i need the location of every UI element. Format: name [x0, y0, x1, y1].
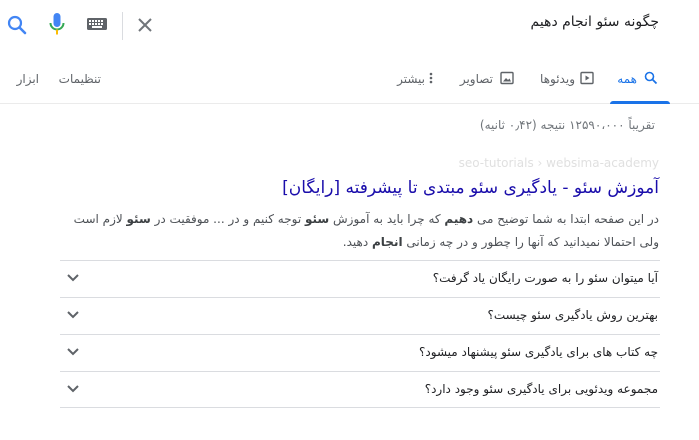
keyboard-icon[interactable]: [86, 16, 108, 32]
result-title-link[interactable]: آموزش سئو - یادگیری سئو مبتدی تا پیشرفته…: [282, 178, 659, 198]
faq-question: بهترین روش یادگیری سئو چیست؟: [487, 308, 658, 322]
search-input[interactable]: چگونه سئو انجام دهیم: [531, 14, 659, 30]
chevron-down-icon[interactable]: [66, 310, 80, 320]
search-divider: [122, 12, 123, 40]
tab-tools[interactable]: ابزار: [17, 72, 39, 86]
snippet-line-2: ولی احتمالا نمیدانید که آنها را چطور و د…: [342, 235, 659, 249]
chevron-down-icon[interactable]: [66, 273, 80, 283]
chevron-down-icon[interactable]: [66, 384, 80, 394]
image-icon: [500, 71, 514, 85]
chevron-down-icon[interactable]: [66, 347, 80, 357]
tab-images[interactable]: تصاویر: [460, 72, 493, 86]
result-stats: تقریباً ۱۲۵۹۰،۰۰۰ نتیجه (۰٫۴۲ ثانیه): [479, 118, 655, 132]
result-breadcrumb[interactable]: seo-tutorials › websima-academy: [459, 156, 659, 170]
tab-more[interactable]: بیشتر: [397, 72, 425, 86]
search-tabs: همه ویدئوها تصاویر بیشتر تنظیمات ابزار: [0, 60, 699, 104]
tab-settings[interactable]: تنظیمات: [59, 72, 101, 86]
search-bar: چگونه سئو انجام دهیم: [0, 0, 699, 52]
more-icon: [429, 72, 433, 84]
faq-item[interactable]: مجموعه ویدئویی برای یادگیری سئو وجود دار…: [60, 371, 660, 408]
tab-videos[interactable]: ویدئوها: [540, 72, 575, 86]
close-icon[interactable]: [136, 16, 154, 34]
faq-item[interactable]: آیا میتوان سئو را به صورت رایگان یاد گرف…: [60, 260, 660, 297]
video-icon: [580, 71, 594, 85]
faq-item[interactable]: بهترین روش یادگیری سئو چیست؟: [60, 297, 660, 334]
microphone-icon[interactable]: [48, 12, 66, 38]
faq-list: آیا میتوان سئو را به صورت رایگان یاد گرف…: [60, 260, 660, 408]
tab-all[interactable]: همه: [617, 72, 637, 86]
active-tab-indicator: [610, 101, 670, 104]
search-icon[interactable]: [6, 14, 28, 36]
faq-question: مجموعه ویدئویی برای یادگیری سئو وجود دار…: [424, 382, 658, 396]
result-snippet: در این صفحه ابتدا به شما توضیح می دهیم ک…: [39, 208, 659, 254]
faq-item[interactable]: چه کتاب های برای یادگیری سئو پیشنهاد میش…: [60, 334, 660, 371]
snippet-line-1: در این صفحه ابتدا به شما توضیح می دهیم ک…: [73, 212, 659, 226]
search-icon: [644, 71, 658, 85]
faq-question: چه کتاب های برای یادگیری سئو پیشنهاد میش…: [419, 345, 658, 359]
faq-question: آیا میتوان سئو را به صورت رایگان یاد گرف…: [432, 271, 658, 285]
